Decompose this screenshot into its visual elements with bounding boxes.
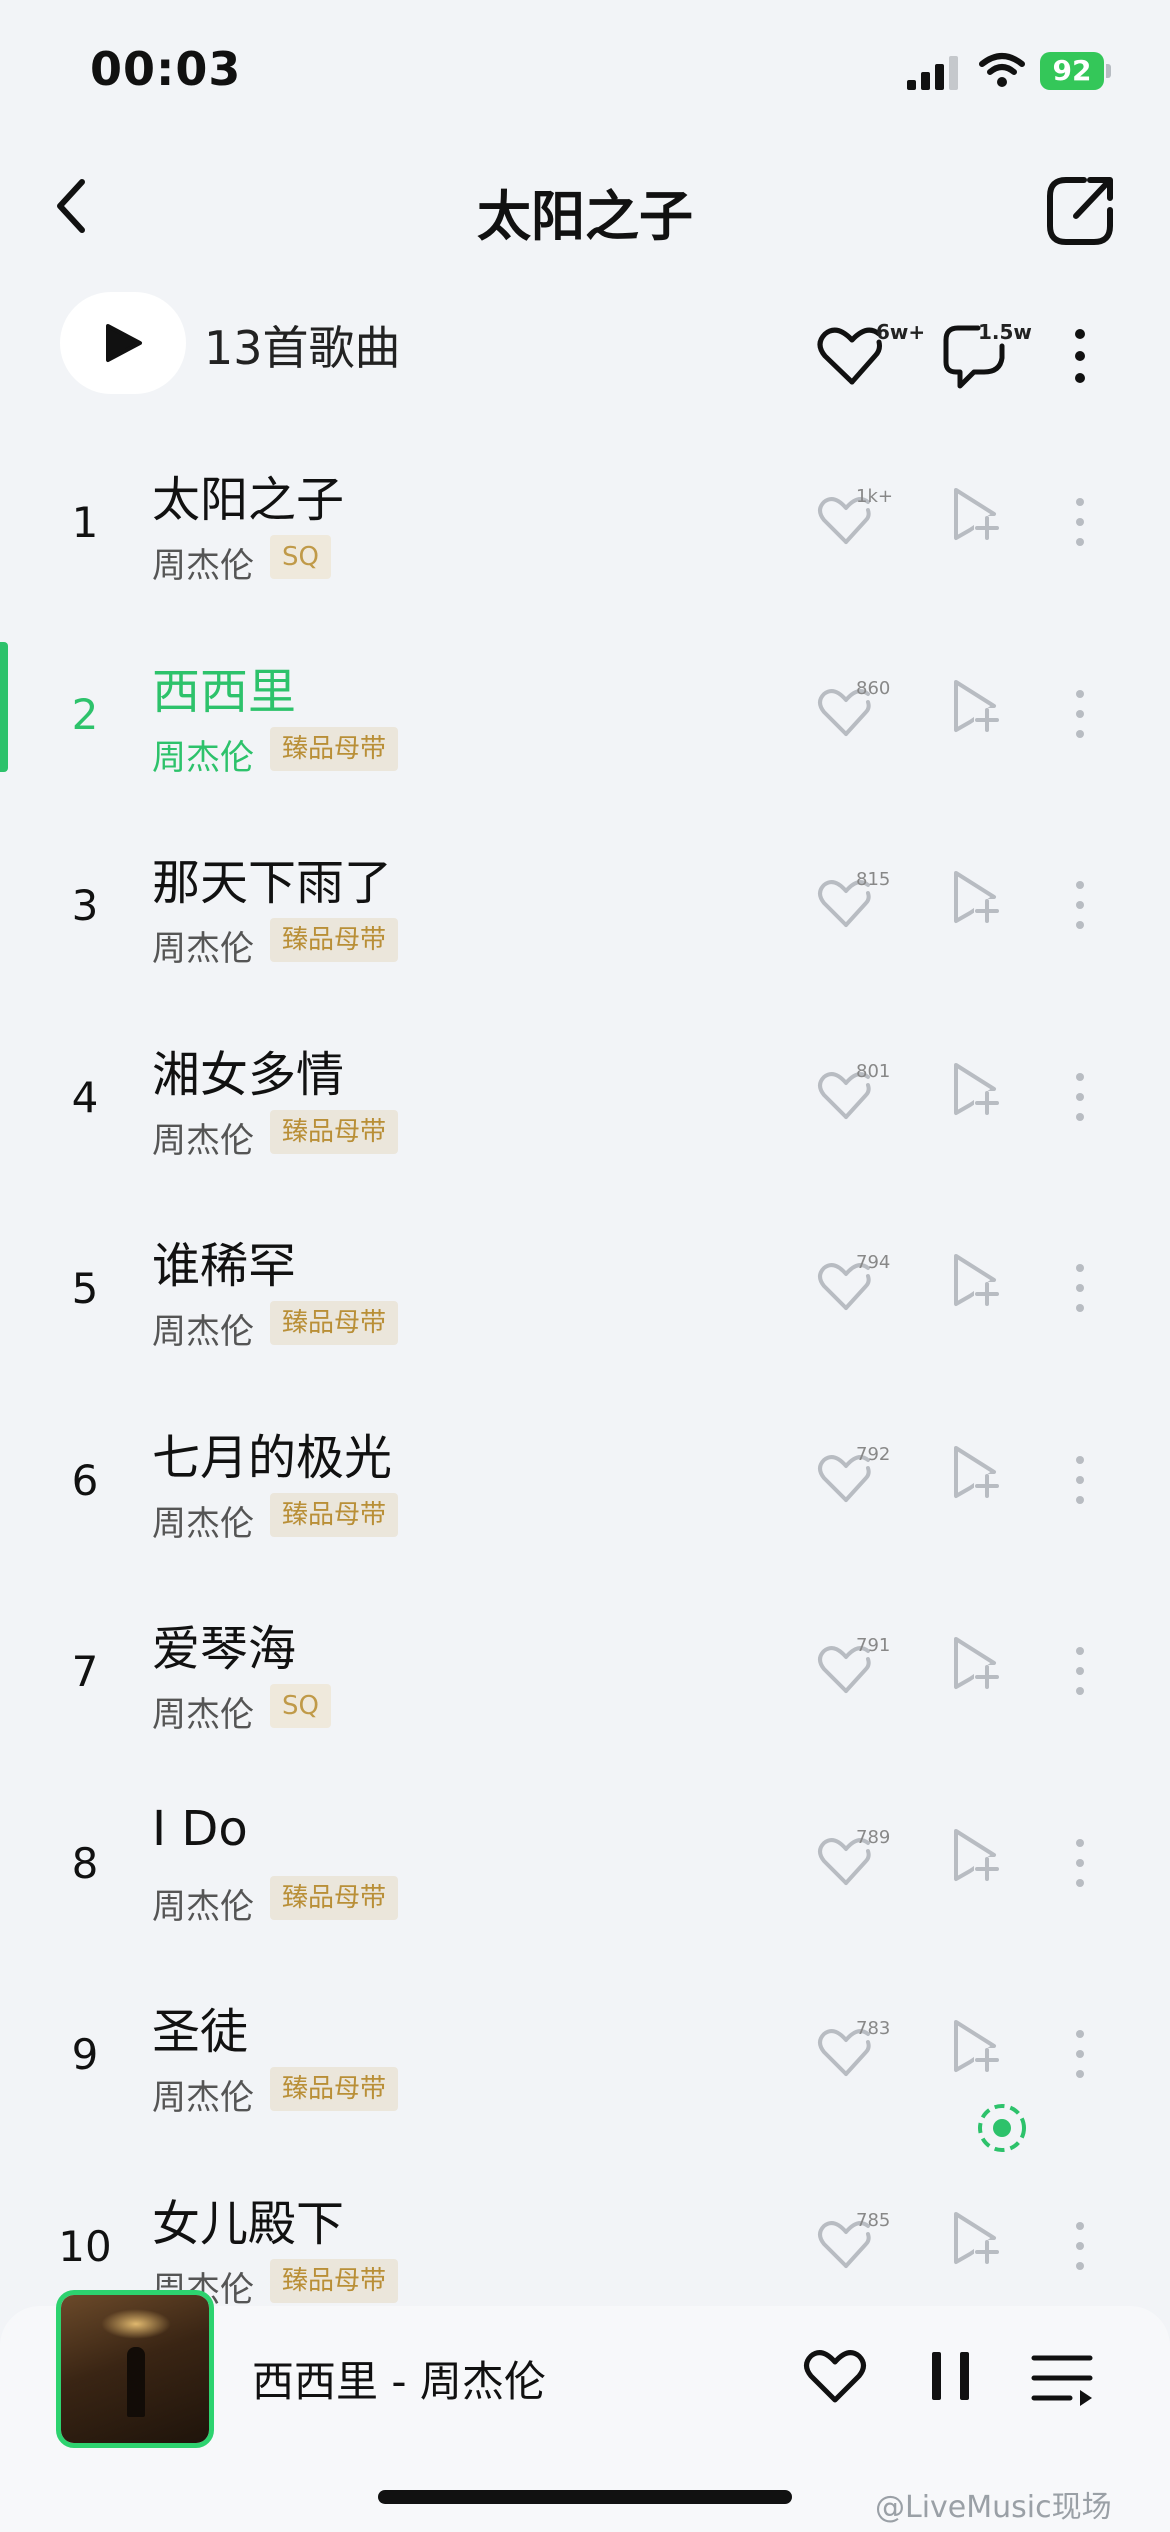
album-cover[interactable] (56, 2290, 214, 2448)
song-row[interactable]: 2 西西里周杰伦 臻品母带 860 (0, 622, 1170, 814)
track-number: 4 (71, 1072, 99, 1122)
add-to-playlist-icon[interactable] (950, 1252, 1000, 1308)
song-like-count: 791 (856, 1635, 891, 1656)
share-icon[interactable] (1040, 170, 1120, 250)
song-title: 爱琴海 (152, 1621, 297, 1677)
play-all-button[interactable] (60, 292, 186, 394)
track-number: 5 (71, 1264, 99, 1313)
add-to-playlist-icon[interactable] (950, 486, 1000, 542)
track-number: 6 (71, 1455, 99, 1505)
song-title: 湘女多情 (152, 1046, 345, 1103)
track-number: 2 (71, 689, 99, 739)
song-title: 圣徒 (152, 2004, 249, 2060)
song-title: I Do (152, 1800, 248, 1857)
more-icon[interactable] (1070, 1833, 1090, 1893)
song-artist: 周杰伦 (152, 546, 254, 586)
battery-level: 92 (1040, 52, 1104, 90)
quality-badge: 臻品母带 (270, 918, 399, 962)
song-row[interactable]: 8 I Do 周杰伦 臻品母带 789 (0, 1771, 1170, 1963)
song-like-count: 783 (856, 2018, 891, 2039)
quality-badge: 臻品母带 (270, 2258, 399, 2303)
song-row[interactable]: 1 太阳之子周杰伦 SQ 1k+ (0, 430, 1170, 622)
status-time: 00:03 (90, 42, 242, 96)
home-indicator[interactable] (378, 2490, 792, 2504)
track-number: 9 (71, 2030, 99, 2079)
quality-badge: 臻品母带 (270, 2067, 399, 2111)
playlist-comment-count: 1.5w (978, 320, 1032, 344)
track-number: 10 (58, 2221, 112, 2271)
quality-badge: 臻品母带 (270, 726, 399, 771)
queue-icon[interactable] (1030, 2350, 1096, 2406)
add-to-playlist-icon[interactable] (950, 2210, 1000, 2266)
song-like-count: 789 (856, 1826, 891, 1848)
play-icon (106, 324, 142, 362)
wifi-icon (979, 53, 1025, 87)
locate-icon[interactable] (972, 2098, 1032, 2158)
track-number: 8 (71, 1838, 99, 1888)
add-to-playlist-icon[interactable] (950, 1444, 1000, 1500)
song-title: 那天下雨了 (152, 855, 393, 911)
song-like-count: 785 (856, 2209, 891, 2231)
quality-badge: 臻品母带 (270, 1492, 399, 1537)
song-like-count: 1k+ (856, 486, 893, 507)
song-row[interactable]: 6 七月的极光周杰伦 臻品母带 792 (0, 1388, 1170, 1580)
song-like-count: 794 (856, 1252, 891, 1273)
quality-badge: 臻品母带 (270, 1109, 399, 1154)
quality-badge: SQ (270, 535, 331, 579)
more-icon[interactable] (1070, 2216, 1090, 2276)
more-icon[interactable] (1070, 1258, 1090, 1318)
track-number: 1 (71, 498, 99, 547)
pause-icon[interactable] (928, 2348, 974, 2404)
add-to-playlist-icon[interactable] (950, 869, 1000, 925)
song-row[interactable]: 5 谁稀罕周杰伦 臻品母带 794 (0, 1196, 1170, 1388)
more-icon[interactable] (1070, 1450, 1090, 1510)
now-playing-title[interactable]: 西西里 - 周杰伦 (252, 2348, 546, 2409)
add-to-playlist-icon[interactable] (950, 2018, 1000, 2074)
song-artist: 周杰伦 (152, 1886, 254, 1927)
watermark: @LiveMusic现场 (875, 2490, 1112, 2525)
more-icon[interactable] (1070, 1641, 1090, 1701)
more-icon[interactable] (1070, 1067, 1090, 1127)
more-icon[interactable] (1070, 326, 1090, 386)
song-artist: 周杰伦 (152, 2078, 254, 2118)
song-title: 女儿殿下 (152, 2195, 345, 2252)
more-icon[interactable] (1070, 875, 1090, 935)
song-count: 13首歌曲 (204, 321, 401, 375)
song-row[interactable]: 4 湘女多情周杰伦 臻品母带 801 (0, 1005, 1170, 1197)
add-to-playlist-icon[interactable] (950, 678, 1000, 734)
song-title: 七月的极光 (152, 1429, 393, 1486)
more-icon[interactable] (1070, 492, 1090, 552)
more-icon[interactable] (1070, 684, 1090, 744)
heart-icon[interactable] (802, 2346, 868, 2406)
song-artist: 周杰伦 (152, 1120, 254, 1161)
song-like-count: 860 (856, 677, 891, 699)
song-row[interactable]: 3 那天下雨了周杰伦 臻品母带 815 (0, 813, 1170, 1005)
add-to-playlist-icon[interactable] (950, 1635, 1000, 1691)
song-artist: 周杰伦 (152, 1503, 254, 1544)
track-number: 3 (71, 881, 99, 930)
song-title: 西西里 (152, 663, 297, 720)
battery-indicator: 92 (1040, 52, 1111, 92)
song-artist: 周杰伦 (152, 929, 254, 969)
song-like-count: 792 (856, 1443, 891, 1465)
more-icon[interactable] (1070, 2024, 1090, 2084)
song-artist: 周杰伦 (152, 1312, 254, 1352)
quality-badge: 臻品母带 (270, 1301, 399, 1345)
track-number: 7 (71, 1647, 99, 1696)
add-to-playlist-icon[interactable] (950, 1827, 1000, 1883)
quality-badge: 臻品母带 (270, 1875, 399, 1920)
song-row[interactable]: 7 爱琴海周杰伦 SQ 791 (0, 1579, 1170, 1771)
song-title: 谁稀罕 (152, 1238, 297, 1294)
song-artist: 周杰伦 (152, 1695, 254, 1735)
song-artist: 周杰伦 (152, 737, 254, 778)
song-like-count: 815 (856, 869, 891, 890)
song-like-count: 801 (856, 1060, 891, 1082)
cellular-signal-icon (907, 56, 958, 90)
quality-badge: SQ (270, 1684, 331, 1728)
playlist-like-count: 6w+ (876, 320, 926, 344)
page-title: 太阳之子 (477, 185, 693, 248)
song-title: 太阳之子 (152, 472, 345, 528)
add-to-playlist-icon[interactable] (950, 1061, 1000, 1117)
